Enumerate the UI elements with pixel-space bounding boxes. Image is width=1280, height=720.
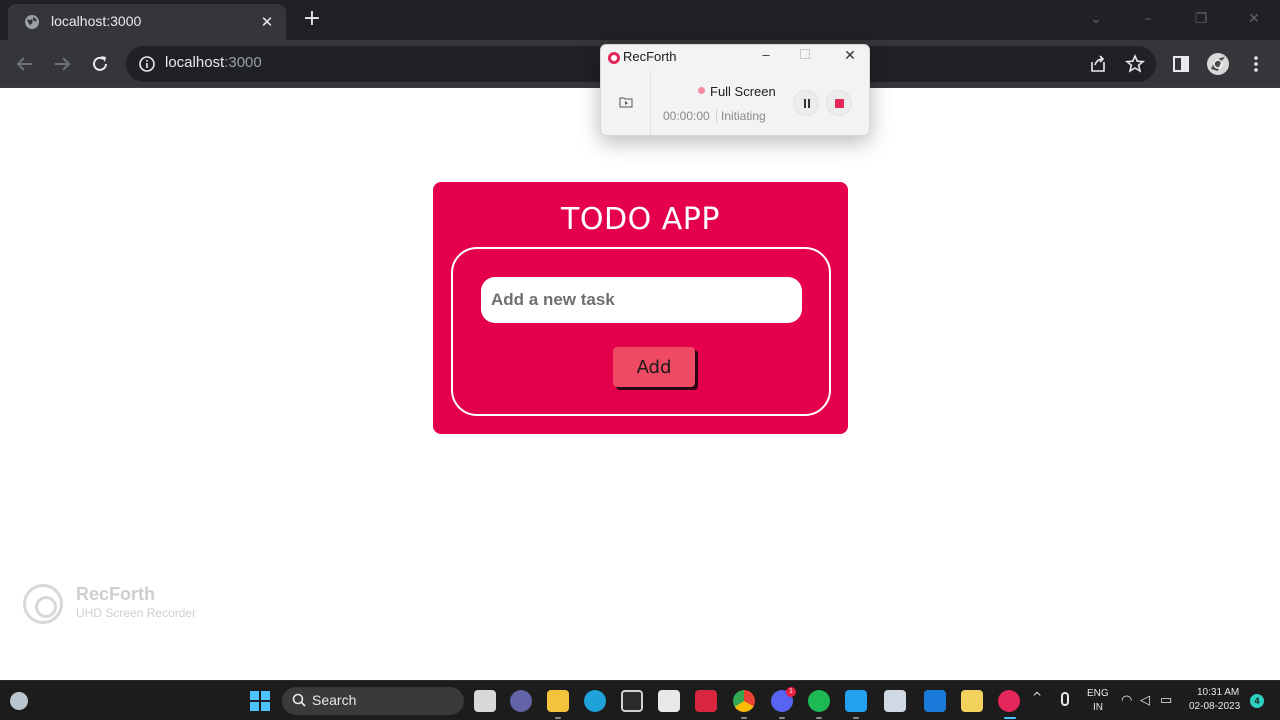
recording-status: Initiating	[721, 109, 766, 123]
recorder-title: RecForth	[623, 49, 677, 64]
sticky-files-icon[interactable]	[961, 690, 983, 712]
globe-icon	[25, 15, 39, 29]
window-minimize-button[interactable]: –	[1134, 6, 1162, 32]
back-arrow-icon[interactable]	[13, 52, 37, 76]
recforth-active-indicator	[1004, 717, 1016, 719]
url-text: localhost:3000	[165, 54, 262, 71]
chrome-running-indicator	[741, 717, 747, 719]
recforth-logo-icon	[23, 584, 63, 624]
recording-timer: 00:00:00	[663, 109, 710, 123]
recorder-maximize-button	[800, 49, 810, 59]
store-icon[interactable]	[658, 690, 680, 712]
url-port: :3000	[224, 54, 262, 71]
teams-icon[interactable]	[510, 690, 532, 712]
url-host: localhost	[165, 54, 225, 71]
vscode-running-indicator	[853, 717, 859, 719]
tray-overflow-chevron-icon[interactable]: ^	[1032, 690, 1042, 704]
recording-indicator-dot	[698, 87, 705, 94]
video-folder-icon[interactable]	[619, 96, 633, 108]
add-task-button[interactable]: Add	[613, 347, 695, 387]
todo-title: TODO APP	[561, 202, 720, 237]
todo-card: TODO APP Add	[433, 182, 848, 434]
mail-icon[interactable]	[924, 690, 946, 712]
side-panel-icon[interactable]	[1169, 52, 1193, 76]
new-tab-button[interactable]: +	[300, 8, 324, 32]
recorder-sidebar	[601, 71, 651, 135]
tab-close-icon[interactable]: ✕	[258, 13, 276, 31]
watermark-subtitle: UHD Screen Recorder	[76, 606, 197, 620]
window-close-button[interactable]: ✕	[1240, 6, 1268, 32]
notification-badge[interactable]: 4	[1250, 694, 1264, 708]
vscode-icon[interactable]	[845, 690, 867, 712]
search-label: Search	[312, 692, 357, 708]
search-icon	[292, 693, 306, 707]
bookmark-star-icon[interactable]	[1123, 52, 1147, 76]
tab-search-chevron-icon[interactable]: ⌄	[1082, 6, 1110, 32]
discord-running-indicator	[779, 717, 785, 719]
pause-button[interactable]	[793, 90, 819, 116]
recorder-minimize-button[interactable]: –	[759, 47, 773, 62]
profile-avatar-icon[interactable]	[1206, 52, 1230, 76]
edge-icon[interactable]	[584, 690, 606, 712]
snipping-tool-icon[interactable]	[884, 690, 906, 712]
taskbar-search[interactable]: Search	[282, 687, 464, 715]
tab-title: localhost:3000	[51, 13, 142, 29]
clock-time[interactable]: 10:31 AM	[1197, 687, 1239, 698]
recforth-icon	[608, 52, 620, 64]
windows-taskbar: Search ^ ENG IN ◠ ◁ ▭ 10:31 AM 02-08-202…	[0, 680, 1280, 720]
wifi-icon[interactable]: ◠	[1121, 693, 1132, 708]
reload-icon[interactable]	[88, 52, 112, 76]
window-restore-button[interactable]: ❐	[1187, 6, 1215, 32]
battery-icon[interactable]: ▭	[1160, 693, 1172, 708]
timer-divider	[716, 109, 717, 123]
volume-icon[interactable]: ◁	[1140, 693, 1150, 708]
spotify-running-indicator	[816, 717, 822, 719]
region-indicator[interactable]: IN	[1093, 702, 1103, 713]
language-indicator[interactable]: ENG	[1087, 688, 1109, 699]
watermark-name: RecForth	[76, 584, 156, 604]
terminal-icon[interactable]	[621, 690, 643, 712]
file-explorer-icon[interactable]	[547, 690, 569, 712]
recforth-taskbar-icon[interactable]	[998, 690, 1020, 712]
browser-tab-bar: localhost:3000 ✕ + ⌄ – ❐ ✕	[0, 0, 1280, 40]
new-task-input[interactable]	[481, 277, 802, 323]
todo-form: Add	[451, 247, 831, 416]
microphone-icon[interactable]	[1061, 692, 1069, 706]
recording-mode: Full Screen	[710, 84, 776, 99]
discord-notification-badge: 1	[786, 687, 796, 697]
file-explorer-running-indicator	[555, 717, 561, 719]
forward-arrow-icon[interactable]	[50, 52, 74, 76]
clock-date[interactable]: 02-08-2023	[1189, 701, 1240, 712]
stop-button[interactable]	[826, 90, 852, 116]
chrome-icon[interactable]	[733, 690, 755, 712]
site-info-icon[interactable]	[138, 55, 156, 73]
start-button[interactable]	[250, 691, 270, 711]
recorder-window: RecForth – ✕ Full Screen 00:00:00 Initia…	[600, 44, 870, 136]
recorder-close-button[interactable]: ✕	[843, 47, 857, 64]
file-explorer-white-icon[interactable]	[474, 690, 496, 712]
spotify-icon[interactable]	[808, 690, 830, 712]
weather-icon[interactable]	[10, 692, 28, 710]
menu-kebab-icon[interactable]	[1244, 52, 1268, 76]
wps-office-icon[interactable]	[695, 690, 717, 712]
share-icon[interactable]	[1086, 52, 1110, 76]
browser-tab[interactable]: localhost:3000 ✕	[8, 4, 286, 40]
